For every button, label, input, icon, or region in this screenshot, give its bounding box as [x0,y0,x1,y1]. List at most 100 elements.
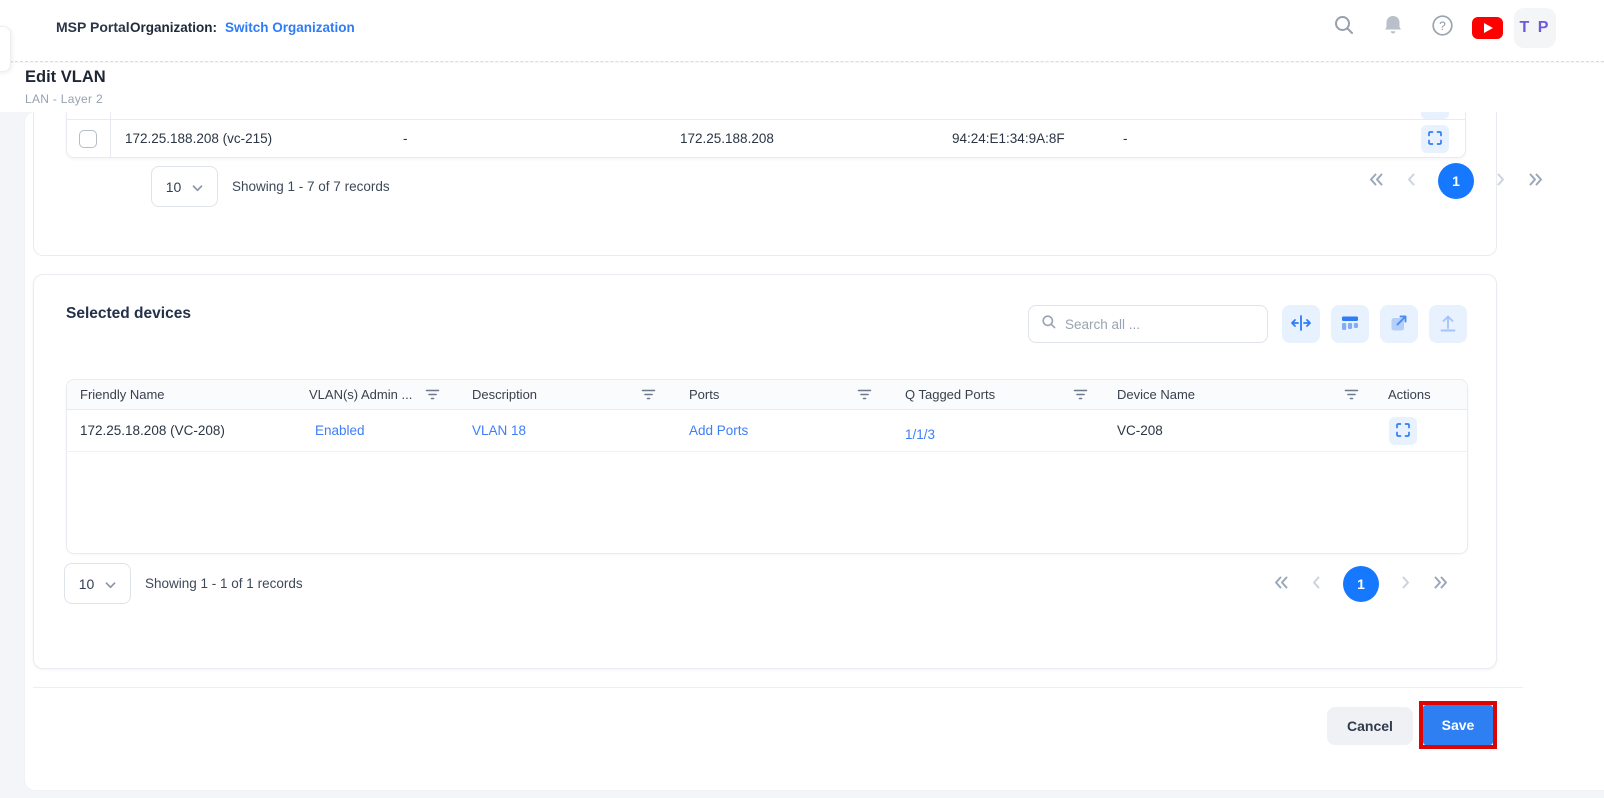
filter-icon[interactable] [1073,388,1088,401]
current-page-button[interactable]: 1 [1343,566,1379,602]
page-size-select[interactable]: 10 [151,166,218,207]
upload-arrow-icon [1437,312,1459,337]
external-link-icon [1388,312,1410,337]
prev-page-button[interactable] [1311,575,1321,593]
search-button[interactable] [1328,0,1360,55]
double-chevron-right-icon [1528,172,1544,190]
search-icon [1331,12,1357,43]
filter-icon[interactable] [1344,388,1359,401]
table-header-row: Friendly Name VLAN(s) Admin ... Descript… [67,380,1467,410]
ip-address-cell: 172.25.188.208 [680,120,774,158]
avatar[interactable]: T P [1514,8,1556,48]
prev-page-button[interactable] [1406,172,1416,190]
chevron-right-icon [1401,575,1411,593]
organization-link[interactable]: Switch Organization [225,20,355,35]
expand-icon [1395,422,1411,441]
column-header-friendly-name: Friendly Name [80,380,165,410]
vlan-admin-link[interactable]: Enabled [315,410,365,452]
friendly-name-cell: 172.25.18.208 (VC-208) [80,410,225,452]
friendly-name-cell: 172.25.188.208 (vc-215) [125,120,272,158]
row-checkbox[interactable] [79,130,97,148]
device-name-cell: VC-208 [1117,410,1163,452]
column-header-vlan-admin: VLAN(s) Admin ... [309,380,412,410]
add-ports-link[interactable]: Add Ports [689,410,748,452]
screen: MSP Portal Organization: Switch Organizat… [0,0,1604,798]
clipped-row-sliver [67,111,1465,119]
double-chevron-left-icon [1273,575,1289,593]
organization-wrap: Organization: Switch Organization [130,0,355,55]
sidebar-handle[interactable] [0,26,11,72]
first-page-button[interactable] [1368,172,1384,190]
selected-devices-table: Friendly Name VLAN(s) Admin ... Descript… [66,379,1468,554]
cancel-button[interactable]: Cancel [1327,707,1413,745]
youtube-icon[interactable] [1472,17,1503,39]
search-icon [1041,314,1057,335]
last-page-button[interactable] [1528,172,1544,190]
clipped-action-button [1421,111,1449,119]
page-size-value: 10 [166,179,182,195]
page-size-select[interactable]: 10 [64,563,131,604]
chevron-left-icon [1311,575,1321,593]
column-divider [110,120,111,158]
first-page-button[interactable] [1273,575,1289,593]
column-width-icon [1290,312,1312,337]
column-header-q-tagged-ports: Q Tagged Ports [905,380,995,410]
organization-label: Organization: [130,20,217,35]
columns-settings-button[interactable] [1331,305,1369,343]
pagination: 1 [1273,566,1449,602]
notifications-button[interactable] [1377,0,1409,55]
description-link[interactable]: VLAN 18 [472,410,526,452]
devices-table: 172.25.188.208 (vc-215) - 172.25.188.208… [66,111,1466,158]
brand-title: MSP Portal [56,0,130,55]
save-button[interactable]: Save [1423,705,1493,745]
svg-text:?: ? [1439,19,1446,33]
last-page-button[interactable] [1433,575,1449,593]
chevron-right-icon [1496,172,1506,190]
section-title: Selected devices [66,305,191,323]
expand-icon [1427,130,1443,149]
fit-columns-button[interactable] [1282,305,1320,343]
page-size-value: 10 [79,576,95,592]
double-chevron-left-icon [1368,172,1384,190]
annotation-highlight-box: Save [1419,701,1497,749]
help-button[interactable]: ? [1426,0,1458,55]
table-row[interactable]: 172.25.18.208 (VC-208) Enabled VLAN 18 A… [67,410,1467,452]
column-header-actions: Actions [1388,380,1431,410]
avatar-initials: T P [1520,19,1551,37]
export-button[interactable] [1429,305,1467,343]
column-header-device-name: Device Name [1117,380,1195,410]
selected-devices-card: Selected devices [33,274,1497,669]
vlan-admin-cell: - [403,120,408,158]
search-all-box [1028,305,1268,343]
open-fullscreen-button[interactable] [1380,305,1418,343]
search-all-input[interactable] [1065,317,1255,332]
table-row[interactable]: 172.25.188.208 (vc-215) - 172.25.188.208… [67,119,1465,157]
columns-icon [1339,312,1361,337]
filter-icon[interactable] [857,388,872,401]
records-summary: Showing 1 - 1 of 1 records [145,563,303,604]
chevron-down-icon [105,576,116,592]
next-page-button[interactable] [1496,172,1506,190]
records-summary: Showing 1 - 7 of 7 records [232,166,390,207]
filter-icon[interactable] [425,388,440,401]
q-tagged-ports-link[interactable]: 1/1/3 [905,414,935,456]
mac-address-cell: 94:24:E1:34:9A:8F [952,120,1065,158]
current-page-button[interactable]: 1 [1438,163,1474,199]
double-chevron-right-icon [1433,575,1449,593]
chevron-down-icon [192,179,203,195]
bell-icon [1382,13,1404,42]
column-divider [110,111,111,119]
title-block: Edit VLAN LAN - Layer 2 [0,63,1604,112]
workspace: 172.25.188.208 (vc-215) - 172.25.188.208… [0,112,1604,798]
expand-row-button[interactable] [1421,125,1449,153]
chevron-left-icon [1406,172,1416,190]
page-subtitle: LAN - Layer 2 [25,92,103,106]
devices-card: 172.25.188.208 (vc-215) - 172.25.188.208… [33,112,1497,256]
expand-row-button[interactable] [1389,417,1417,445]
next-page-button[interactable] [1401,575,1411,593]
column-header-ports: Ports [689,380,719,410]
filter-icon[interactable] [641,388,656,401]
extra-cell: - [1123,120,1128,158]
column-header-description: Description [472,380,537,410]
footer-divider [33,687,1523,688]
